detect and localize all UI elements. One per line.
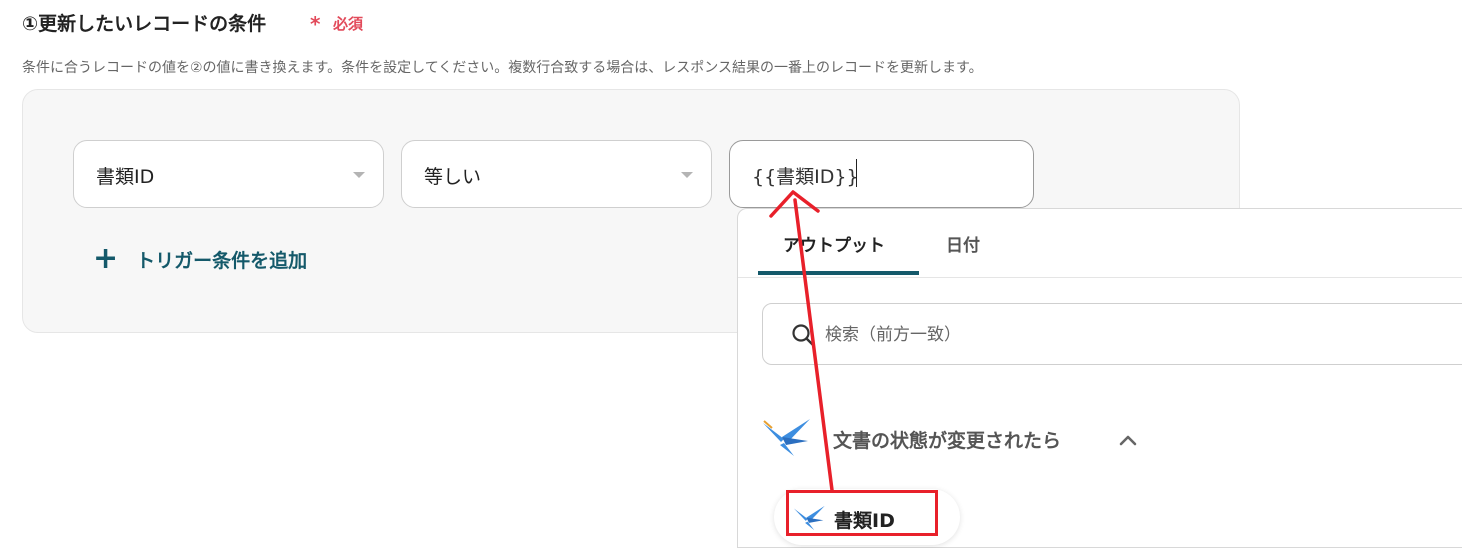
field-select[interactable]: 書類ID bbox=[73, 140, 384, 208]
caret-down-icon bbox=[681, 172, 693, 178]
section-title: ①更新したいレコードの条件 bbox=[22, 13, 267, 35]
annotation-highlight-box bbox=[786, 490, 938, 536]
add-trigger-condition-label: トリガー条件を追加 bbox=[136, 249, 308, 272]
text-cursor bbox=[856, 159, 857, 187]
add-trigger-condition-button[interactable]: + トリガー条件を追加 bbox=[93, 242, 307, 276]
search-input[interactable] bbox=[823, 318, 1427, 352]
required-asterisk: * bbox=[310, 12, 321, 36]
tab-divider bbox=[738, 277, 1462, 278]
section-description: 条件に合うレコードの値を②の値に書き換えます。条件を設定してください。複数行合致… bbox=[22, 60, 983, 76]
operator-select[interactable]: 等しい bbox=[401, 140, 712, 208]
field-select-value: 書類ID bbox=[96, 166, 155, 188]
condition-value-text: {{書類ID}} bbox=[752, 166, 859, 188]
caret-down-icon bbox=[353, 172, 365, 178]
tab-output[interactable]: アウトプット bbox=[783, 231, 885, 256]
swallow-app-icon bbox=[763, 419, 810, 456]
tab-date[interactable]: 日付 bbox=[946, 231, 980, 256]
required-label: 必須 bbox=[333, 15, 364, 33]
chevron-up-icon[interactable] bbox=[1118, 433, 1138, 447]
plus-icon: + bbox=[93, 241, 119, 276]
condition-value-input[interactable]: {{書類ID}} bbox=[729, 140, 1034, 208]
trigger-group-label[interactable]: 文書の状態が変更されたら bbox=[833, 426, 1061, 453]
active-tab-indicator bbox=[758, 271, 919, 275]
search-box bbox=[762, 303, 1462, 365]
operator-select-value: 等しい bbox=[424, 166, 482, 188]
search-icon bbox=[792, 324, 815, 347]
